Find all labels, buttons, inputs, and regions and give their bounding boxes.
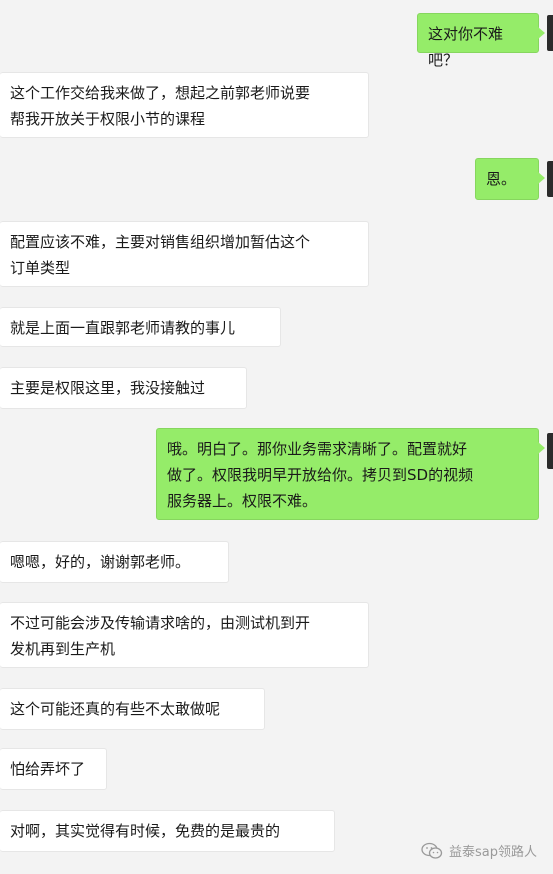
message-bubble-sent[interactable]: 哦。明白了。那你业务需求清晰了。配置就好 做了。权限我明早开放给你。拷贝到SD的… bbox=[156, 428, 545, 520]
message-bubble-received[interactable]: 嗯嗯，好的，谢谢郭老师。 bbox=[0, 541, 229, 583]
message-bubble-received[interactable]: 配置应该不难，主要对销售组织增加暂估这个 订单类型 bbox=[0, 221, 369, 287]
message-bubble-sent[interactable]: 恩。 bbox=[475, 158, 545, 200]
avatar[interactable] bbox=[547, 433, 553, 469]
message-bubble-received[interactable]: 怕给弄坏了 bbox=[0, 748, 107, 790]
avatar[interactable] bbox=[547, 15, 553, 51]
watermark-label: 益泰sap领路人 bbox=[449, 845, 537, 860]
watermark: 益泰sap领路人 bbox=[421, 841, 537, 860]
message-bubble-received[interactable]: 这个可能还真的有些不太敢做呢 bbox=[0, 688, 265, 730]
message-bubble-sent[interactable]: 这对你不难吧？ bbox=[417, 13, 545, 69]
message-bubble-received[interactable]: 主要是权限这里，我没接触过 bbox=[0, 367, 247, 409]
message-bubble-received[interactable]: 就是上面一直跟郭老师请教的事儿 bbox=[0, 307, 281, 347]
message-bubble-received[interactable]: 不过可能会涉及传输请求啥的，由测试机到开 发机再到生产机 bbox=[0, 602, 369, 668]
avatar[interactable] bbox=[547, 161, 553, 197]
wechat-icon bbox=[421, 842, 443, 859]
message-bubble-received[interactable]: 这个工作交给我来做了，想起之前郭老师说要 帮我开放关于权限小节的课程 bbox=[0, 72, 369, 138]
message-bubble-received[interactable]: 对啊，其实觉得有时候，免费的是最贵的 bbox=[0, 810, 335, 852]
